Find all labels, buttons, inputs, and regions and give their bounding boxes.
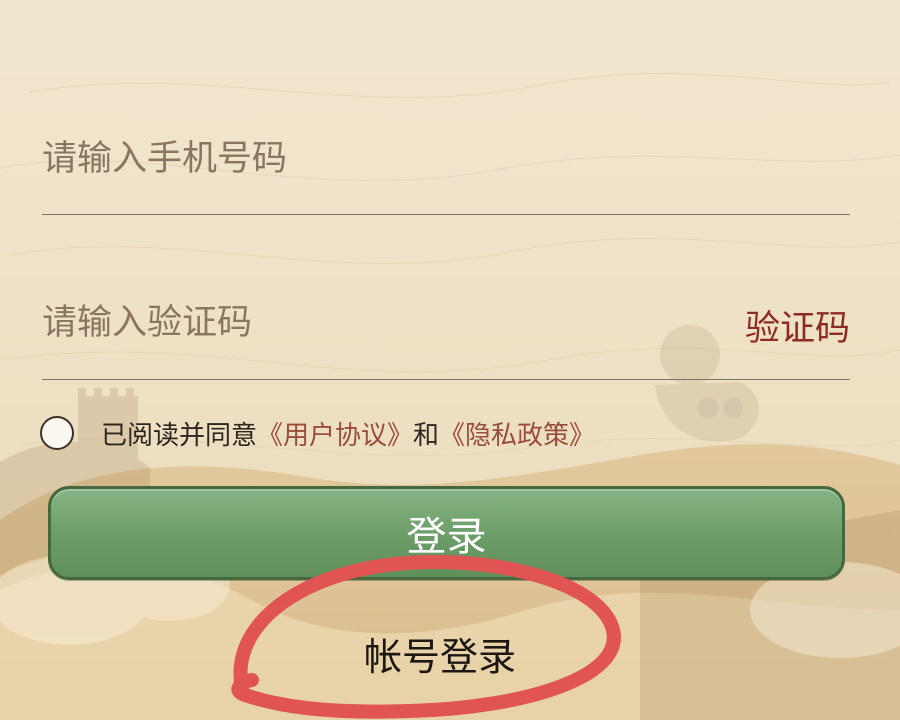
agreement-prefix: 已阅读并同意: [101, 420, 258, 451]
agreement-row: 已阅读并同意 《用户协议》 和 《隐私政策》: [40, 413, 595, 453]
verification-code-input[interactable]: [42, 298, 682, 348]
phone-field: [42, 116, 850, 215]
user-agreement-link[interactable]: 《用户协议》: [257, 415, 413, 452]
agreement-and: 和: [413, 420, 440, 451]
get-code-button[interactable]: 验证码: [745, 300, 850, 351]
agreement-radio[interactable]: [40, 416, 74, 450]
verification-code-field: 验证码: [42, 280, 850, 380]
account-login-button[interactable]: 帐号登录: [360, 626, 520, 679]
privacy-policy-link[interactable]: 《隐私政策》: [439, 415, 595, 452]
login-button[interactable]: 登录: [48, 486, 845, 580]
phone-input[interactable]: [42, 134, 682, 184]
